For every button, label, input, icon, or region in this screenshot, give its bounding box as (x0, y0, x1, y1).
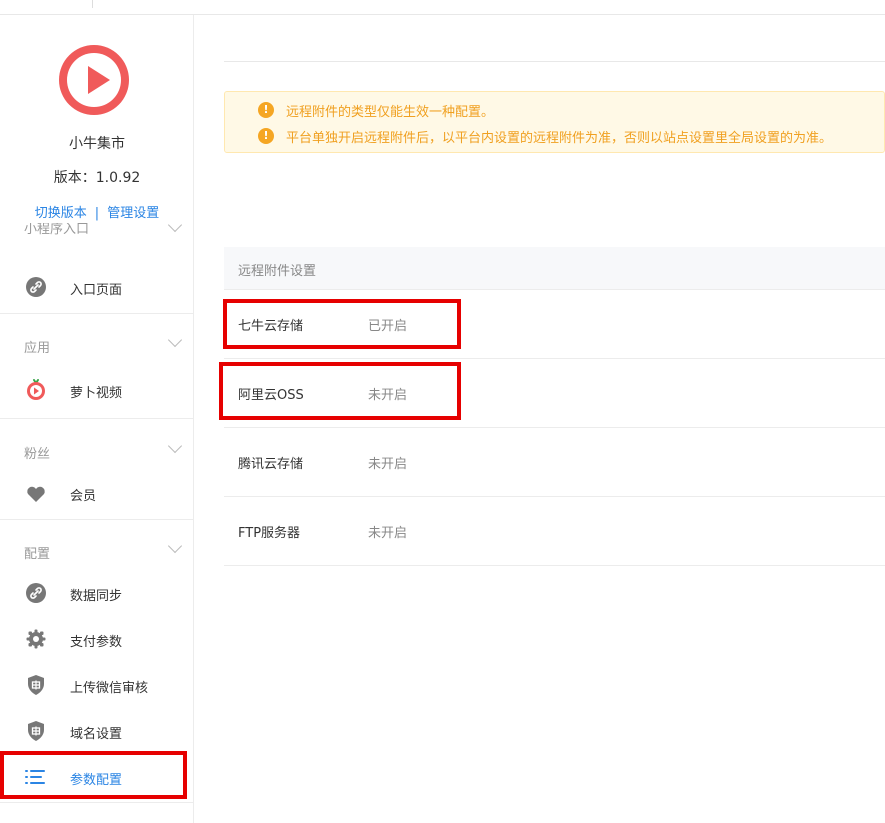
radish-video-icon (26, 379, 46, 400)
sidebar-item-domain-settings[interactable]: 域名设置 (0, 709, 193, 755)
link-icon (26, 277, 46, 297)
settings-row-ftp[interactable]: FTP服务器 未开启 (224, 497, 885, 566)
top-bar-tick (92, 0, 93, 8)
group-divider (0, 418, 193, 419)
sidebar: 小牛集市 版本：1.0.92 切换版本 | 管理设置 小程序入口 入口页面 应用 萝… (0, 15, 194, 823)
group-header-apps[interactable]: 应用 (0, 323, 193, 369)
switch-version-link[interactable]: 切换版本 (35, 206, 87, 221)
highlight-box-aliyun-oss (219, 362, 461, 420)
sidebar-item-radish-video[interactable]: 萝卜视频 (0, 368, 193, 414)
sidebar-item-label: 域名设置 (70, 727, 123, 742)
group-title-config: 配置 (24, 547, 51, 562)
shield-icon (26, 675, 46, 695)
settings-section-header: 远程附件设置 (224, 247, 885, 290)
sidebar-item-label: 数据同步 (70, 589, 123, 604)
settings-row-tencent-cos[interactable]: 腾讯云存储 未开启 (224, 428, 885, 497)
link-icon (26, 583, 46, 603)
heart-icon (26, 483, 46, 503)
gear-icon (26, 629, 46, 649)
group-title-fans: 粉丝 (24, 447, 51, 462)
highlight-box-param-config (0, 751, 187, 799)
alert-text: 远程附件的类型仅能生效一种配置。 (286, 105, 495, 120)
manage-settings-link[interactable]: 管理设置 (107, 206, 159, 221)
sidebar-item-label: 会员 (70, 489, 97, 504)
chevron-down-icon (167, 538, 183, 554)
sidebar-item-member[interactable]: 会员 (0, 471, 193, 517)
sidebar-item-entry-page[interactable]: 入口页面 (0, 265, 193, 311)
sidebar-item-wechat-review[interactable]: 上传微信审核 (0, 663, 193, 709)
app-name: 小牛集市 (69, 136, 125, 152)
group-divider (0, 519, 193, 520)
group-title-apps: 应用 (24, 341, 51, 356)
settings-section-title: 远程附件设置 (238, 264, 317, 279)
group-header-entry[interactable]: 小程序入口 (0, 223, 193, 243)
notice-alert: ! 远程附件的类型仅能生效一种配置。 ! 平台单独开启远程附件后，以平台内设置的… (224, 91, 885, 153)
header-divider (224, 61, 885, 62)
group-title-entry: 小程序入口 (24, 223, 90, 237)
chevron-down-icon (167, 223, 183, 233)
status-badge: 未开启 (368, 526, 408, 541)
storage-name: FTP服务器 (238, 526, 301, 541)
app-logo-icon (59, 45, 129, 115)
app-version: 版本：1.0.92 (53, 170, 141, 186)
sidebar-item-label: 支付参数 (70, 635, 123, 650)
sidebar-item-label: 入口页面 (70, 283, 123, 298)
app-links: 切换版本 | 管理设置 (0, 202, 193, 221)
chevron-down-icon (167, 438, 183, 454)
sidebar-bottom-divider (0, 802, 194, 803)
highlight-box-qiniu (223, 299, 461, 349)
info-icon: ! (258, 128, 274, 144)
link-separator: | (94, 206, 100, 221)
sidebar-item-data-sync[interactable]: 数据同步 (0, 571, 193, 617)
chevron-down-icon (167, 332, 183, 348)
info-icon: ! (258, 102, 274, 118)
sidebar-item-label: 上传微信审核 (70, 681, 149, 696)
play-icon (88, 66, 110, 94)
group-divider (0, 313, 193, 314)
group-header-config[interactable]: 配置 (0, 529, 193, 575)
alert-text: 平台单独开启远程附件后，以平台内设置的远程附件为准，否则以站点设置里全局设置的为… (286, 131, 833, 146)
sidebar-item-label: 萝卜视频 (70, 386, 123, 401)
sidebar-item-payment-params[interactable]: 支付参数 (0, 617, 193, 663)
storage-name: 腾讯云存储 (238, 457, 304, 472)
shield-icon (26, 721, 46, 741)
status-badge: 未开启 (368, 457, 408, 472)
top-bar (0, 0, 885, 15)
group-header-fans[interactable]: 粉丝 (0, 429, 193, 475)
